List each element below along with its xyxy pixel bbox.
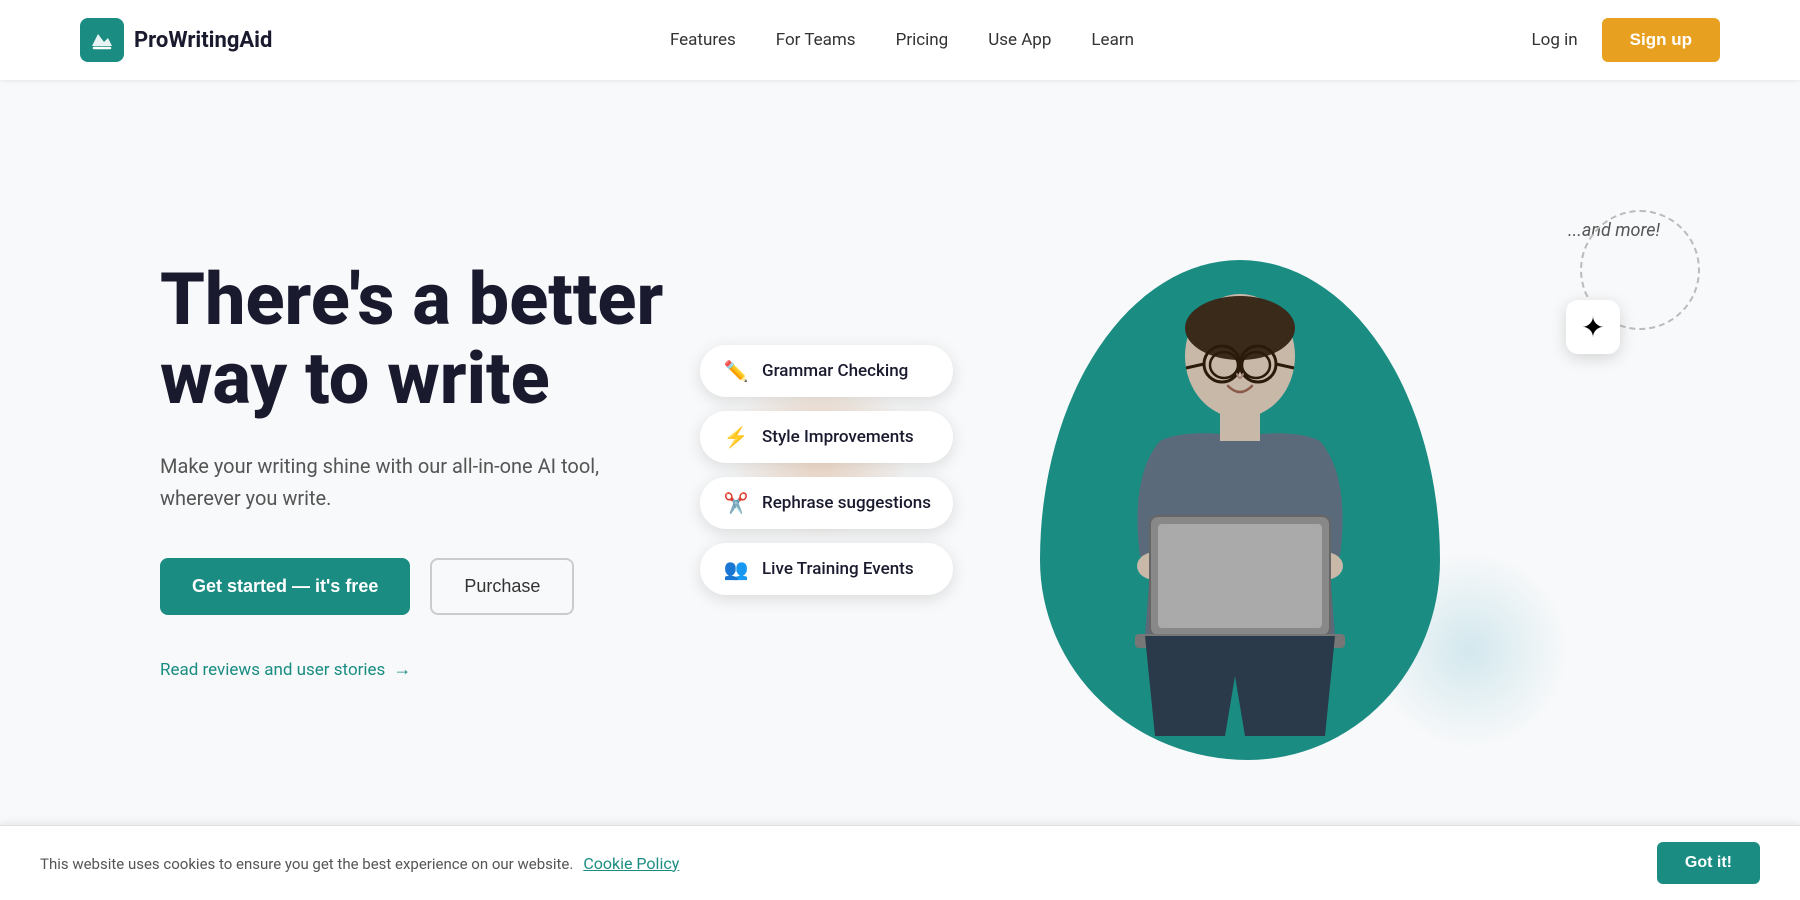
reviews-link[interactable]: Read reviews and user stories → (160, 659, 760, 680)
sparkle-badge: ✦ (1566, 300, 1620, 354)
nav-features[interactable]: Features (670, 30, 736, 50)
hero-subtitle: Make your writing shine with our all-in-… (160, 450, 640, 514)
feature-pills: ✏️ Grammar Checking ⚡ Style Improvements… (700, 345, 953, 595)
purchase-button[interactable]: Purchase (430, 558, 574, 615)
hero-left: There's a better way to write Make your … (160, 260, 760, 680)
nav-learn[interactable]: Learn (1091, 30, 1134, 50)
cookie-text: This website uses cookies to ensure you … (40, 855, 573, 873)
hero-section: There's a better way to write Make your … (0, 80, 1800, 840)
training-label: Live Training Events (762, 559, 914, 579)
sparkle-icon: ✦ (1581, 311, 1604, 344)
cookie-policy-link[interactable]: Cookie Policy (583, 854, 679, 873)
nav-for-teams[interactable]: For Teams (776, 30, 856, 50)
got-it-button[interactable]: Got it! (1657, 842, 1760, 884)
grammar-label: Grammar Checking (762, 361, 908, 381)
get-started-button[interactable]: Get started — it's free (160, 558, 410, 615)
training-icon: 👥 (722, 557, 750, 581)
pill-rephrase-suggestions: ✂️ Rephrase suggestions (700, 477, 953, 529)
rephrase-label: Rephrase suggestions (762, 493, 931, 513)
nav-links: Features For Teams Pricing Use App Learn (670, 30, 1134, 50)
logo-icon (80, 18, 124, 62)
hero-right: ...and more! ✦ (760, 160, 1720, 780)
person-illustration-area (1000, 180, 1480, 760)
person-figure (1080, 256, 1400, 760)
pill-style-improvements: ⚡ Style Improvements (700, 411, 953, 463)
signup-button[interactable]: Sign up (1602, 18, 1720, 62)
arrow-right-icon: → (393, 659, 411, 680)
nav-pricing[interactable]: Pricing (896, 30, 949, 50)
style-label: Style Improvements (762, 427, 914, 447)
pill-live-training: 👥 Live Training Events (700, 543, 953, 595)
reviews-link-text: Read reviews and user stories (160, 660, 385, 680)
pill-grammar-checking: ✏️ Grammar Checking (700, 345, 953, 397)
hero-buttons: Get started — it's free Purchase (160, 558, 760, 615)
nav-actions: Log in Sign up (1532, 18, 1720, 62)
cookie-bar: This website uses cookies to ensure you … (0, 825, 1800, 900)
cookie-message: This website uses cookies to ensure you … (40, 854, 679, 873)
login-button[interactable]: Log in (1532, 30, 1578, 50)
navbar: ProWritingAid Features For Teams Pricing… (0, 0, 1800, 80)
hero-title: There's a better way to write (160, 260, 760, 418)
grammar-icon: ✏️ (722, 359, 750, 383)
style-icon: ⚡ (722, 425, 750, 449)
logo[interactable]: ProWritingAid (80, 18, 272, 62)
nav-use-app[interactable]: Use App (988, 30, 1051, 50)
rephrase-icon: ✂️ (722, 491, 750, 515)
brand-name: ProWritingAid (134, 28, 272, 53)
